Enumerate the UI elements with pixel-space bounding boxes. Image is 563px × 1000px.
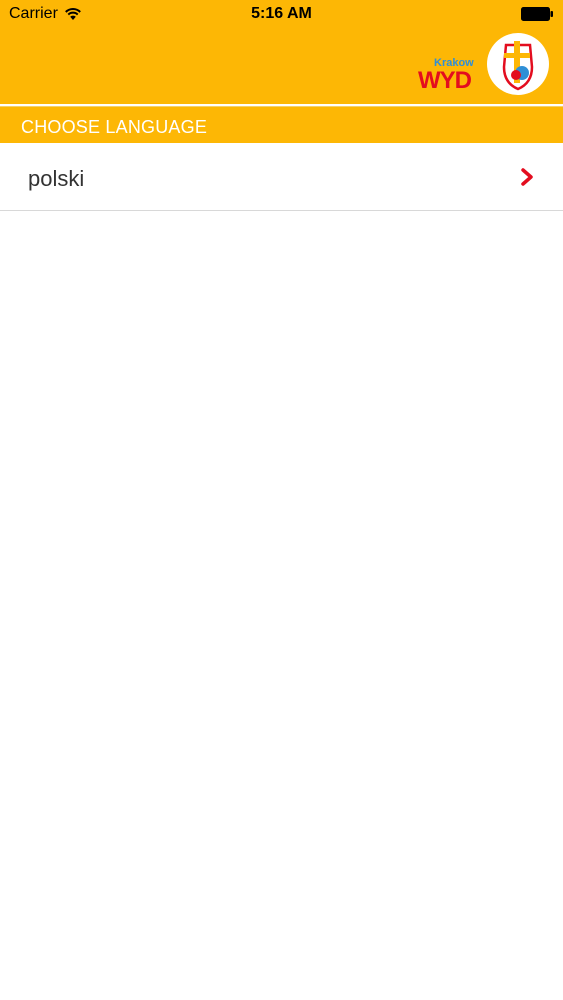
navigation-bar: Carrier 5:16 AM Krakow WYD bbox=[0, 0, 563, 104]
chevron-right-icon bbox=[521, 168, 533, 186]
logo-accent-bar bbox=[477, 71, 482, 92]
status-time: 5:16 AM bbox=[251, 5, 312, 22]
language-label: polski bbox=[28, 166, 85, 191]
wyd-krakow-logo: Krakow WYD bbox=[410, 31, 550, 99]
battery-full-icon bbox=[521, 7, 553, 21]
section-header: CHOOSE LANGUAGE bbox=[0, 106, 563, 143]
wyd-emblem-icon bbox=[487, 33, 549, 95]
language-list: polski bbox=[0, 143, 563, 211]
logo-wordmark: WYD bbox=[418, 67, 472, 94]
language-item-polski[interactable]: polski bbox=[0, 143, 563, 211]
status-bar: Carrier 5:16 AM bbox=[0, 0, 563, 30]
section-title: CHOOSE LANGUAGE bbox=[21, 117, 208, 137]
